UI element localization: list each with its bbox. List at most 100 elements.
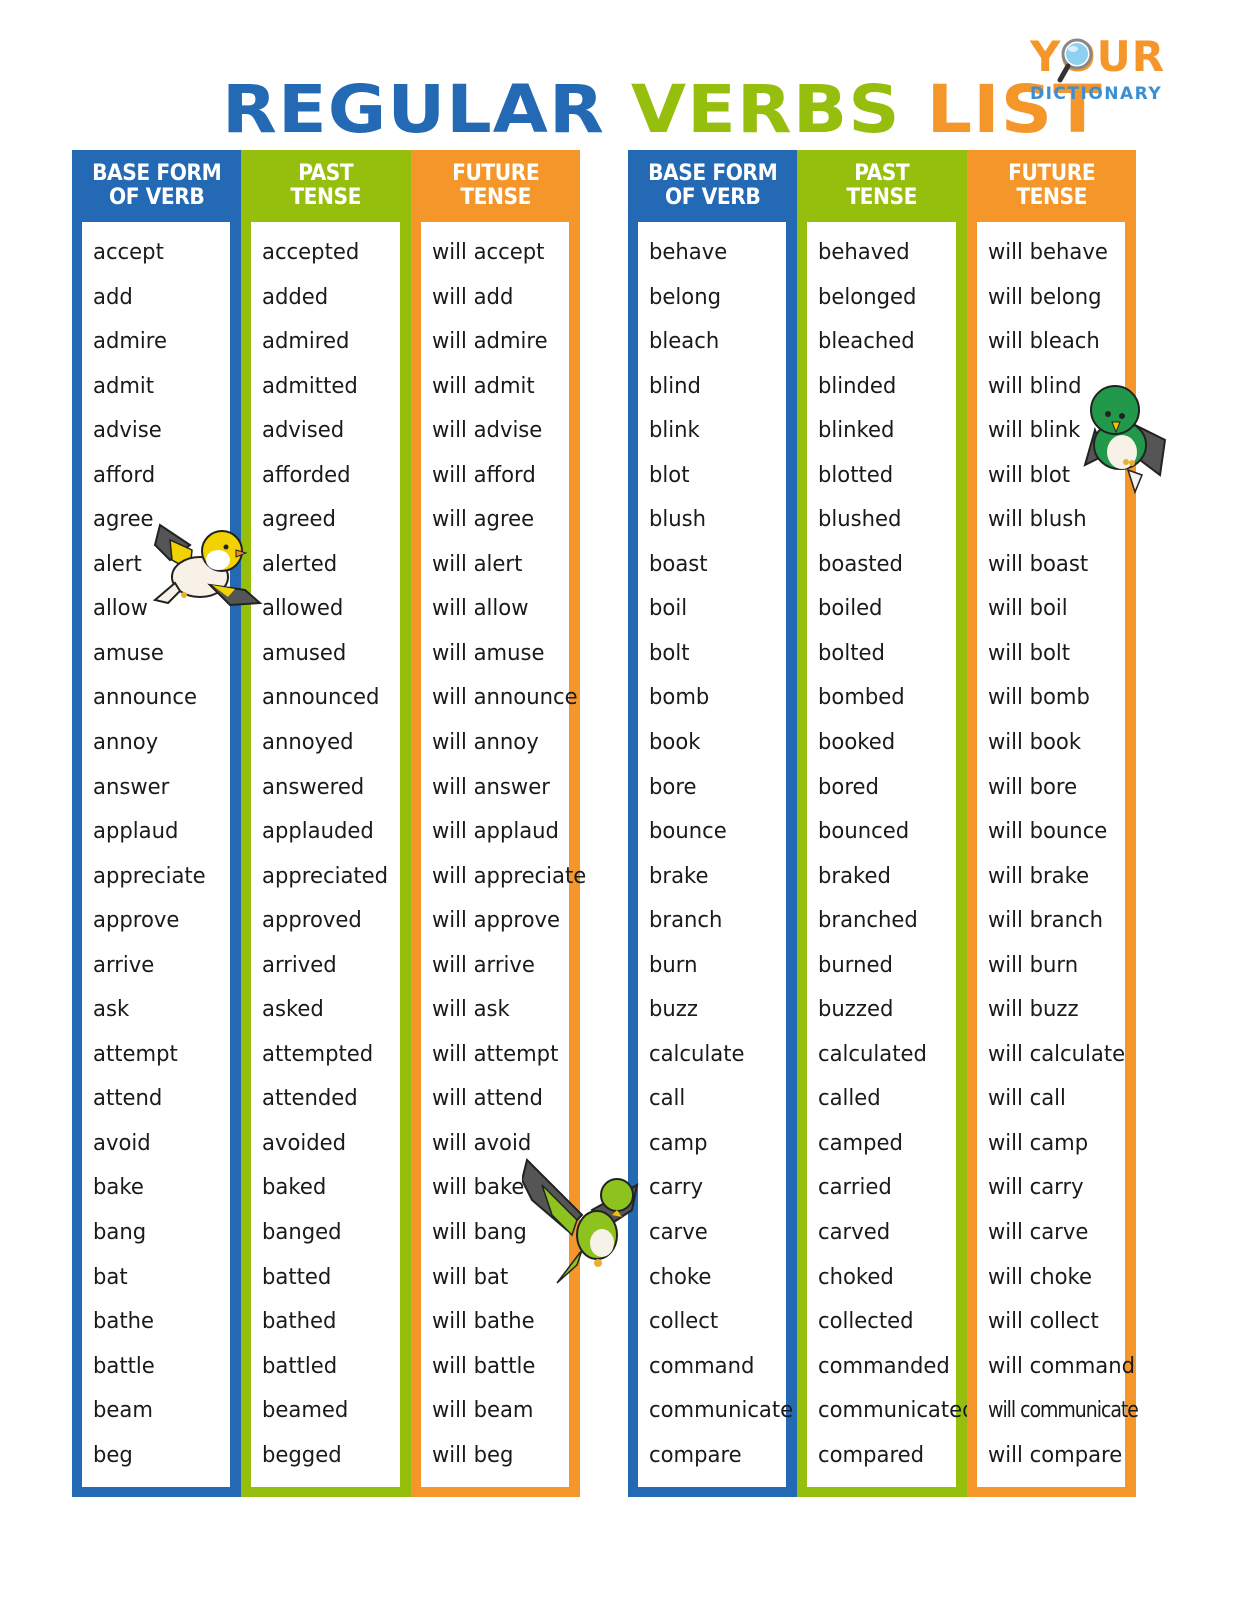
verb-item: attend (93, 1086, 163, 1112)
verb-item: will bleach (987, 329, 1100, 355)
column-box: accept add admire admit advise afford agree ale… (82, 222, 231, 1487)
verb-item: carved (818, 1220, 891, 1246)
verb-item: will attend (431, 1086, 543, 1112)
verb-item: amuse (93, 640, 164, 666)
verb-item: alert (93, 551, 142, 577)
header-line: PAST (854, 161, 910, 186)
verb-item: will afford (431, 462, 536, 488)
verb-item: will ask (431, 997, 510, 1023)
verb-item: annoyed (262, 730, 354, 756)
verb-item: commanded (818, 1353, 951, 1379)
verb-item: communicated (818, 1398, 976, 1424)
verb-item: will burn (987, 952, 1078, 978)
verb-item: bombed (818, 685, 906, 711)
verb-item: will beg (431, 1442, 514, 1468)
verb-item: will bore (987, 774, 1077, 800)
verb-item: will accept (431, 240, 545, 265)
verb-item: bomb (649, 685, 710, 711)
column-box: behaved belonged bleached blinded blinked blo… (807, 222, 976, 1487)
verb-item: agree (93, 507, 154, 533)
verb-item: answered (262, 774, 365, 800)
verb-item: burn (649, 952, 698, 978)
verb-item: baked (262, 1175, 327, 1201)
verb-item: will attempt (431, 1041, 559, 1067)
verb-item: camp (649, 1130, 708, 1156)
verb-item: bleached (818, 329, 915, 355)
header-line: FUTURE (1007, 161, 1096, 186)
verb-item: ask (93, 997, 130, 1023)
verb-item: advised (262, 418, 345, 444)
logo-text-your: YOUR (1030, 32, 1166, 81)
verb-item: call (649, 1086, 686, 1112)
verb-item: bolted (818, 640, 886, 666)
verb-item: accepted (262, 240, 360, 265)
verb-list: accepted added admired admitted advised affor… (262, 238, 399, 1485)
verb-item: bored (818, 774, 880, 800)
verb-item: compare (649, 1442, 742, 1468)
verb-item: alerted (262, 551, 338, 577)
header-line: TENSE (459, 185, 531, 210)
verb-item: will compare (987, 1442, 1122, 1468)
verb-item: allowed (262, 596, 344, 622)
header-line: TENSE (1015, 185, 1087, 210)
verb-item: batted (262, 1264, 332, 1290)
header-line: TENSE (290, 185, 362, 210)
verb-item: afforded (262, 462, 351, 488)
column-future-tense: FUTURE TENSE will accept will add will adm… (410, 150, 586, 1497)
verb-item: collect (649, 1309, 719, 1335)
column-future-tense: FUTURE TENSE will behave will belong will … (966, 150, 1139, 1497)
verb-item: bleach (649, 329, 720, 355)
verb-item: will bake (431, 1175, 525, 1201)
column-base-form: BASE FORM OF VERB behave belong bleach blin… (628, 150, 798, 1497)
column-box: accepted added admired admitted advised affor… (251, 222, 400, 1487)
yourdictionary-logo[interactable]: YOUR DICTIONARY (1028, 32, 1178, 112)
verb-item: boil (649, 596, 688, 622)
verb-item: applaud (93, 819, 179, 845)
verb-item: belong (649, 284, 721, 310)
verb-item: bathe (93, 1309, 155, 1335)
verb-item: added (262, 284, 329, 310)
verb-item: begged (262, 1442, 342, 1468)
verb-item: burned (818, 952, 894, 978)
verb-item: camped (818, 1130, 904, 1156)
verb-item: bounced (818, 819, 910, 845)
verb-item: avoided (262, 1130, 347, 1156)
verb-item: will carry (987, 1175, 1084, 1201)
verb-item: advise (93, 418, 162, 444)
verb-item: calculated (818, 1041, 928, 1067)
verb-item: will branch (987, 908, 1103, 934)
verb-item: will battle (431, 1353, 536, 1379)
verb-item: will blush (987, 507, 1087, 533)
verb-item: will brake (987, 863, 1089, 889)
verb-item: will answer (431, 774, 550, 800)
verb-item: will blot (987, 462, 1070, 488)
verb-item: blinded (818, 373, 897, 399)
verb-item: will annoy (431, 730, 539, 756)
verb-item: will blink (987, 418, 1081, 444)
verb-item: blush (649, 507, 707, 533)
verb-item: approve (93, 908, 180, 934)
verb-item: arrived (262, 952, 338, 978)
verb-item: will behave (987, 240, 1108, 265)
verb-list: behaved belonged bleached blinded blinked blo… (818, 238, 976, 1485)
column-past-tense: PAST TENSE behaved belonged bleached blinde… (797, 150, 976, 1497)
verb-item: blot (649, 462, 690, 488)
verb-item: belonged (818, 284, 917, 310)
verb-item: avoid (93, 1130, 151, 1156)
verb-item: beg (93, 1442, 133, 1468)
verb-item: admired (262, 329, 350, 355)
verb-item: will beam (431, 1398, 534, 1424)
verb-item: will blind (987, 373, 1082, 399)
verb-item: banged (262, 1220, 342, 1246)
verb-item: bounce (649, 819, 727, 845)
verb-item: beamed (262, 1398, 349, 1424)
verb-item: blind (649, 373, 701, 399)
verb-item: carried (818, 1175, 893, 1201)
verb-item: will allow (431, 596, 529, 622)
verb-item: collected (818, 1309, 914, 1335)
verb-item: buzzed (818, 997, 894, 1023)
header-line: BASE FORM (92, 161, 222, 186)
verb-item: will bolt (987, 640, 1070, 666)
verb-item: bake (93, 1175, 144, 1201)
verb-item: will bat (431, 1264, 508, 1290)
